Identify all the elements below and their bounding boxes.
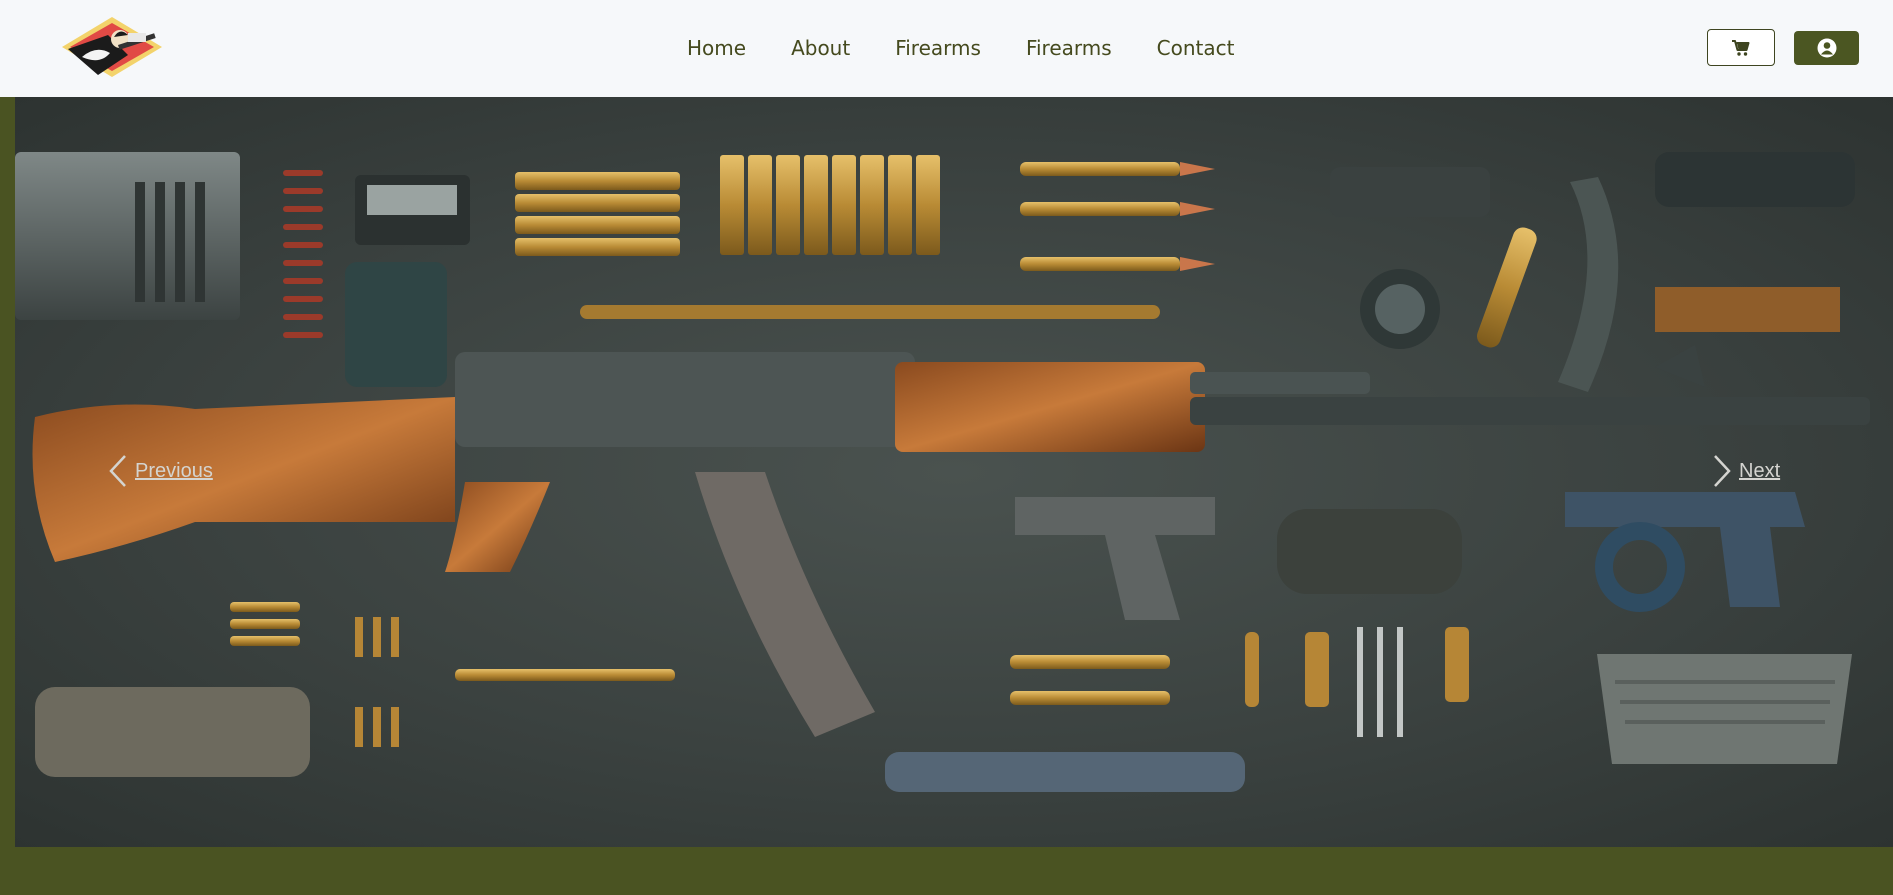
user-account-button[interactable] [1794,31,1859,65]
nav-home[interactable]: Home [687,36,746,60]
nav-firearms[interactable]: Firearms [895,36,981,60]
carousel-previous-button[interactable]: Previous [107,454,213,488]
carousel-next-button[interactable]: Next [1711,454,1780,488]
main-nav: Home About Firearms Firearms Contact [687,36,1234,60]
nav-firearms-2[interactable]: Firearms [1026,36,1112,60]
firearms-flatlay-image [15,152,1870,792]
cart-icon [1732,39,1750,56]
nav-about[interactable]: About [791,36,850,60]
chevron-left-icon [109,455,126,487]
hero-carousel: Previous Next [15,97,1893,847]
user-circle-icon [1817,38,1836,58]
chevron-right-icon [1714,455,1731,487]
carousel-next-label[interactable]: Next [1739,460,1780,483]
cart-button[interactable] [1707,29,1775,66]
soldier-rifle-logo-icon[interactable] [58,15,166,79]
nav-contact[interactable]: Contact [1157,36,1235,60]
carousel-previous-label[interactable]: Previous [135,460,213,483]
navbar: Home About Firearms Firearms Contact [0,0,1893,97]
